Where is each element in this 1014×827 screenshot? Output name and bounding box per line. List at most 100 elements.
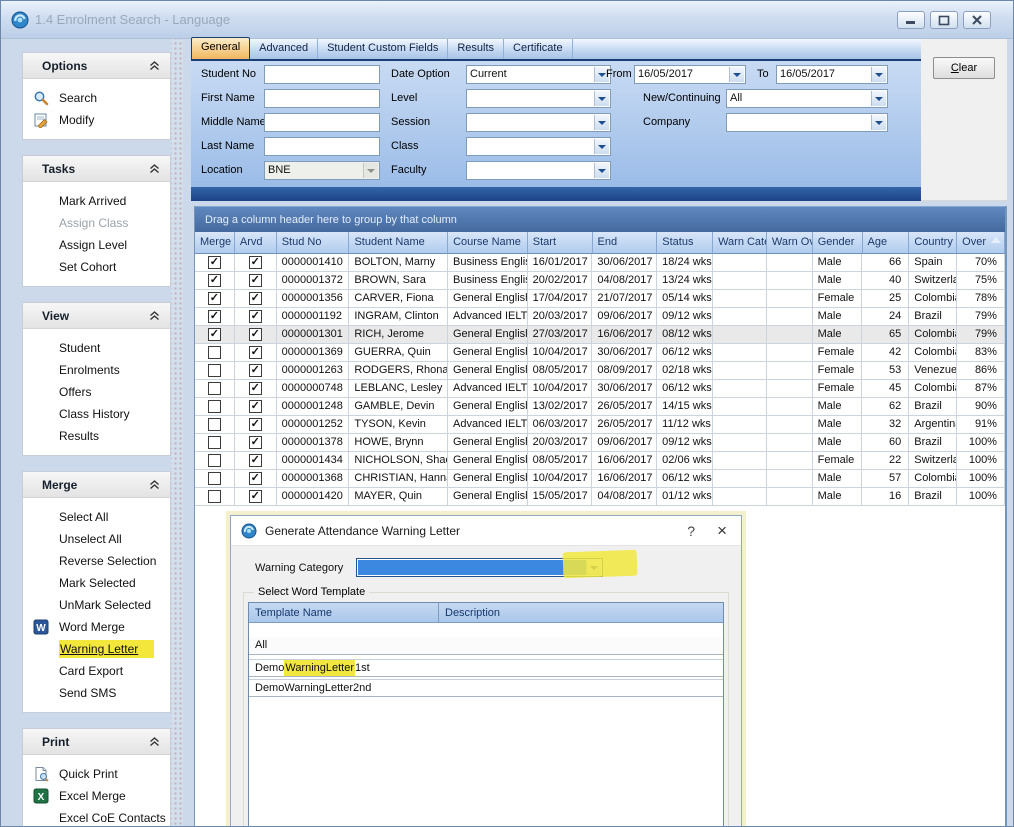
- clear-button[interactable]: Clear: [933, 57, 995, 79]
- column-header-gender[interactable]: Gender: [813, 232, 863, 254]
- class-dropdown[interactable]: [466, 137, 611, 156]
- column-header-merge[interactable]: Merge: [195, 232, 235, 254]
- arvd-checkbox[interactable]: ✓: [249, 328, 262, 341]
- sidebar-item-results[interactable]: Results: [23, 425, 170, 447]
- sidebar-item-excel-merge[interactable]: XExcel Merge: [23, 785, 170, 807]
- arvd-checkbox[interactable]: ✓: [249, 310, 262, 323]
- tab-general[interactable]: General: [191, 37, 250, 59]
- column-header-end[interactable]: End: [593, 232, 658, 254]
- middle-name-input[interactable]: [264, 113, 380, 132]
- template-name-column-header[interactable]: Template Name: [249, 603, 439, 622]
- new-continuing-dropdown[interactable]: All: [726, 89, 888, 108]
- table-row[interactable]: ✓0000000748LEBLANC, LesleyAdvanced IELTS…: [195, 380, 1005, 398]
- arvd-checkbox[interactable]: ✓: [249, 292, 262, 305]
- close-button[interactable]: [963, 11, 991, 29]
- student-no-input[interactable]: [264, 65, 380, 84]
- sidebar-item-student[interactable]: Student: [23, 337, 170, 359]
- column-header-student-name[interactable]: Student Name: [349, 232, 448, 254]
- faculty-dropdown[interactable]: [466, 161, 611, 180]
- description-column-header[interactable]: Description: [439, 603, 723, 622]
- template-filter-row[interactable]: All: [249, 637, 723, 655]
- table-row[interactable]: ✓✓0000001410BOLTON, MarnyBusiness Englis…: [195, 254, 1005, 272]
- first-name-input[interactable]: [264, 89, 380, 108]
- sidebar-item-mark-selected[interactable]: Mark Selected: [23, 572, 170, 594]
- arvd-checkbox[interactable]: ✓: [249, 274, 262, 287]
- arvd-checkbox[interactable]: ✓: [249, 418, 262, 431]
- sidebar-item-unmark-selected[interactable]: UnMark Selected: [23, 594, 170, 616]
- table-row[interactable]: ✓0000001378HOWE, BrynnGeneral English20/…: [195, 434, 1005, 452]
- table-row[interactable]: ✓0000001434NICHOLSON, ShaeleGeneral Engl…: [195, 452, 1005, 470]
- merge-checkbox[interactable]: [208, 382, 221, 395]
- column-header-stud-no[interactable]: Stud No: [277, 232, 350, 254]
- last-name-input[interactable]: [264, 137, 380, 156]
- table-row[interactable]: ✓0000001369GUERRA, QuinGeneral English10…: [195, 344, 1005, 362]
- sidebar-item-send-sms[interactable]: Send SMS: [23, 682, 170, 704]
- merge-checkbox[interactable]: [208, 364, 221, 377]
- section-header-options[interactable]: Options: [23, 53, 170, 79]
- table-row[interactable]: ✓0000001263RODGERS, RhonaGeneral English…: [195, 362, 1005, 380]
- table-row[interactable]: ✓✓0000001192INGRAM, ClintonAdvanced IELT…: [195, 308, 1005, 326]
- table-row[interactable]: ✓0000001420MAYER, QuinGeneral English15/…: [195, 488, 1005, 506]
- dialog-close-button[interactable]: ×: [717, 521, 727, 541]
- table-row[interactable]: ✓0000001252TYSON, KevinAdvanced IELTS06/…: [195, 416, 1005, 434]
- sidebar-item-class-history[interactable]: Class History: [23, 403, 170, 425]
- merge-checkbox[interactable]: [208, 472, 221, 485]
- sidebar-item-modify[interactable]: Modify: [23, 109, 170, 131]
- tab-certificate[interactable]: Certificate: [504, 39, 573, 59]
- column-header-course-name[interactable]: Course Name: [448, 232, 528, 254]
- group-by-hint[interactable]: Drag a column header here to group by th…: [195, 206, 1005, 232]
- session-dropdown[interactable]: [466, 113, 611, 132]
- merge-checkbox[interactable]: [208, 436, 221, 449]
- tab-results[interactable]: Results: [448, 39, 504, 59]
- table-row[interactable]: ✓✓0000001301RICH, JeromeGeneral English2…: [195, 326, 1005, 344]
- column-header-arvd[interactable]: Arvd: [235, 232, 277, 254]
- minimize-button[interactable]: [897, 11, 925, 29]
- merge-checkbox[interactable]: [208, 454, 221, 467]
- merge-checkbox[interactable]: [208, 490, 221, 503]
- column-header-warn-ov[interactable]: Warn Ov: [767, 232, 813, 254]
- section-header-merge[interactable]: Merge: [23, 472, 170, 498]
- column-header-over[interactable]: Over: [957, 232, 1005, 254]
- merge-checkbox[interactable]: ✓: [208, 310, 221, 323]
- maximize-button[interactable]: [930, 11, 958, 29]
- sidebar-item-reverse-selection[interactable]: Reverse Selection: [23, 550, 170, 572]
- sidebar-item-excel-coe-contacts[interactable]: Excel CoE Contacts: [23, 807, 170, 827]
- sidebar-item-offers[interactable]: Offers: [23, 381, 170, 403]
- table-row[interactable]: ✓0000001368CHRISTIAN, HannaGeneral Engli…: [195, 470, 1005, 488]
- sidebar-item-quick-print[interactable]: Quick Print: [23, 763, 170, 785]
- column-header-start[interactable]: Start: [528, 232, 593, 254]
- help-button[interactable]: ?: [687, 523, 695, 539]
- arvd-checkbox[interactable]: ✓: [249, 256, 262, 269]
- sidebar-item-warning-letter[interactable]: Warning Letter: [23, 638, 170, 660]
- arvd-checkbox[interactable]: ✓: [249, 400, 262, 413]
- arvd-checkbox[interactable]: ✓: [249, 382, 262, 395]
- sidebar-item-card-export[interactable]: Card Export: [23, 660, 170, 682]
- arvd-checkbox[interactable]: ✓: [249, 436, 262, 449]
- section-header-print[interactable]: Print: [23, 729, 170, 755]
- tab-advanced[interactable]: Advanced: [250, 39, 318, 59]
- arvd-checkbox[interactable]: ✓: [249, 346, 262, 359]
- arvd-checkbox[interactable]: ✓: [249, 364, 262, 377]
- sidebar-item-word-merge[interactable]: WWord Merge: [23, 616, 170, 638]
- level-dropdown[interactable]: [466, 89, 611, 108]
- sidebar-item-select-all[interactable]: Select All: [23, 506, 170, 528]
- arvd-checkbox[interactable]: ✓: [249, 454, 262, 467]
- merge-checkbox[interactable]: ✓: [208, 256, 221, 269]
- merge-checkbox[interactable]: ✓: [208, 292, 221, 305]
- table-row[interactable]: ✓✓0000001372BROWN, SaraBusiness English2…: [195, 272, 1005, 290]
- location-dropdown[interactable]: BNE: [264, 161, 380, 180]
- merge-checkbox[interactable]: ✓: [208, 274, 221, 287]
- arvd-checkbox[interactable]: ✓: [249, 472, 262, 485]
- sidebar-item-search[interactable]: Search: [23, 87, 170, 109]
- column-header-age[interactable]: Age: [863, 232, 910, 254]
- arvd-checkbox[interactable]: ✓: [249, 490, 262, 503]
- sidebar-item-enrolments[interactable]: Enrolments: [23, 359, 170, 381]
- table-row[interactable]: ✓✓0000001356CARVER, FionaGeneral English…: [195, 290, 1005, 308]
- merge-checkbox[interactable]: [208, 346, 221, 359]
- column-header-warn-cate[interactable]: Warn Cate: [713, 232, 767, 254]
- sidebar-item-unselect-all[interactable]: Unselect All: [23, 528, 170, 550]
- sidebar-splitter[interactable]: [171, 39, 183, 826]
- table-row[interactable]: ✓0000001248GAMBLE, DevinGeneral English1…: [195, 398, 1005, 416]
- sidebar-item-mark-arrived[interactable]: Mark Arrived: [23, 190, 170, 212]
- to-date-dropdown[interactable]: 16/05/2017: [776, 65, 888, 84]
